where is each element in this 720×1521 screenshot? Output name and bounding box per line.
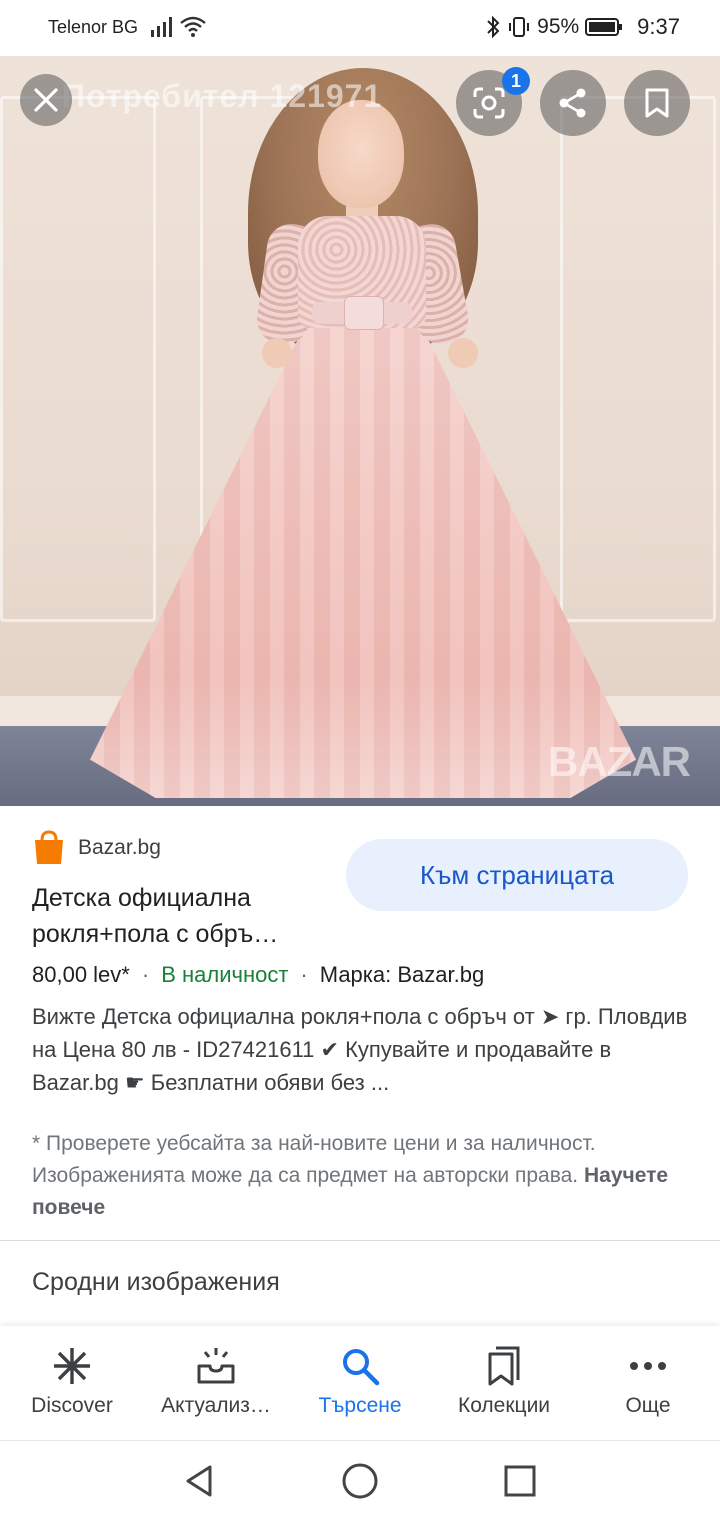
price: 80,00 lev* xyxy=(32,962,130,987)
system-navigation xyxy=(0,1440,720,1521)
visit-page-button[interactable]: Към страницата xyxy=(346,839,688,911)
title-line-2: рокля+пола с обръ… xyxy=(32,920,279,948)
nav-more[interactable]: Още xyxy=(576,1326,720,1440)
vibrate-icon xyxy=(509,17,530,37)
search-icon xyxy=(343,1349,380,1386)
back-triangle-icon xyxy=(186,1465,212,1497)
nav-collections-label: Колекции xyxy=(457,1394,551,1417)
user-watermark: Потребител 121971 xyxy=(62,78,383,114)
disclaimer: * Проверете уебсайта за най-новите цени … xyxy=(32,1128,692,1224)
more-dots-icon xyxy=(630,1362,666,1370)
nav-collections[interactable]: Колекции xyxy=(432,1326,576,1440)
bluetooth-icon xyxy=(487,15,500,39)
battery-icon xyxy=(585,18,623,36)
nav-more-label: Още xyxy=(625,1394,671,1417)
clock: 9:37 xyxy=(637,14,680,39)
lens-icon xyxy=(473,87,505,119)
recents-button[interactable] xyxy=(498,1459,542,1503)
wifi-icon xyxy=(180,16,206,37)
battery-percent: 95% xyxy=(537,15,580,38)
share-button[interactable] xyxy=(540,70,606,136)
asterisk-icon xyxy=(54,1348,90,1384)
related-images-heading: Сродни изображения xyxy=(32,1268,280,1296)
brand: Марка: Bazar.bg xyxy=(319,962,485,987)
nav-updates[interactable]: Актуализ… xyxy=(144,1326,288,1440)
home-button[interactable] xyxy=(338,1459,382,1503)
nav-search[interactable]: Търсене xyxy=(288,1326,432,1440)
bottom-navigation: Discover Актуализ… Търсене Колекции Още xyxy=(0,1326,720,1440)
close-icon xyxy=(34,88,58,112)
collections-icon xyxy=(488,1346,520,1386)
product-image[interactable]: Потребител 121971 BAZAR xyxy=(0,56,720,806)
signal-icon xyxy=(151,17,172,37)
nav-discover[interactable]: Discover xyxy=(0,1326,144,1440)
carrier-name: Telenor BG xyxy=(48,17,139,37)
back-button[interactable] xyxy=(178,1459,222,1503)
source-site[interactable]: Bazar.bg xyxy=(32,830,161,866)
result-description: Вижте Детска официална рокля+пола с обръ… xyxy=(32,1004,688,1095)
result-title[interactable]: Детска официална рокля+пола с обръ… xyxy=(32,880,342,952)
result-meta: 80,00 lev* · В наличност · Марка: Bazar.bg xyxy=(32,962,485,987)
close-button[interactable] xyxy=(20,74,72,126)
stock-status: В наличност xyxy=(161,962,289,987)
source-name: Bazar.bg xyxy=(78,836,161,859)
divider xyxy=(0,1240,720,1241)
share-icon xyxy=(559,88,586,118)
nav-search-label: Търсене xyxy=(318,1394,402,1417)
save-button[interactable] xyxy=(624,70,690,136)
title-line-1: Детска официална xyxy=(32,884,251,912)
recents-square-icon xyxy=(504,1465,536,1497)
nav-updates-label: Актуализ… xyxy=(161,1394,271,1417)
bookmark-icon xyxy=(645,88,669,118)
lens-badge: 1 xyxy=(502,67,530,95)
updates-icon xyxy=(197,1348,235,1384)
home-circle-icon xyxy=(342,1463,378,1499)
shopping-bag-icon xyxy=(35,830,63,864)
nav-discover-label: Discover xyxy=(31,1394,113,1417)
brand-watermark: BAZAR xyxy=(548,738,691,785)
status-bar: Telenor BG 95% 9:37 xyxy=(0,0,720,56)
disclaimer-text: * Проверете уебсайта за най-новите цени … xyxy=(32,1132,596,1187)
